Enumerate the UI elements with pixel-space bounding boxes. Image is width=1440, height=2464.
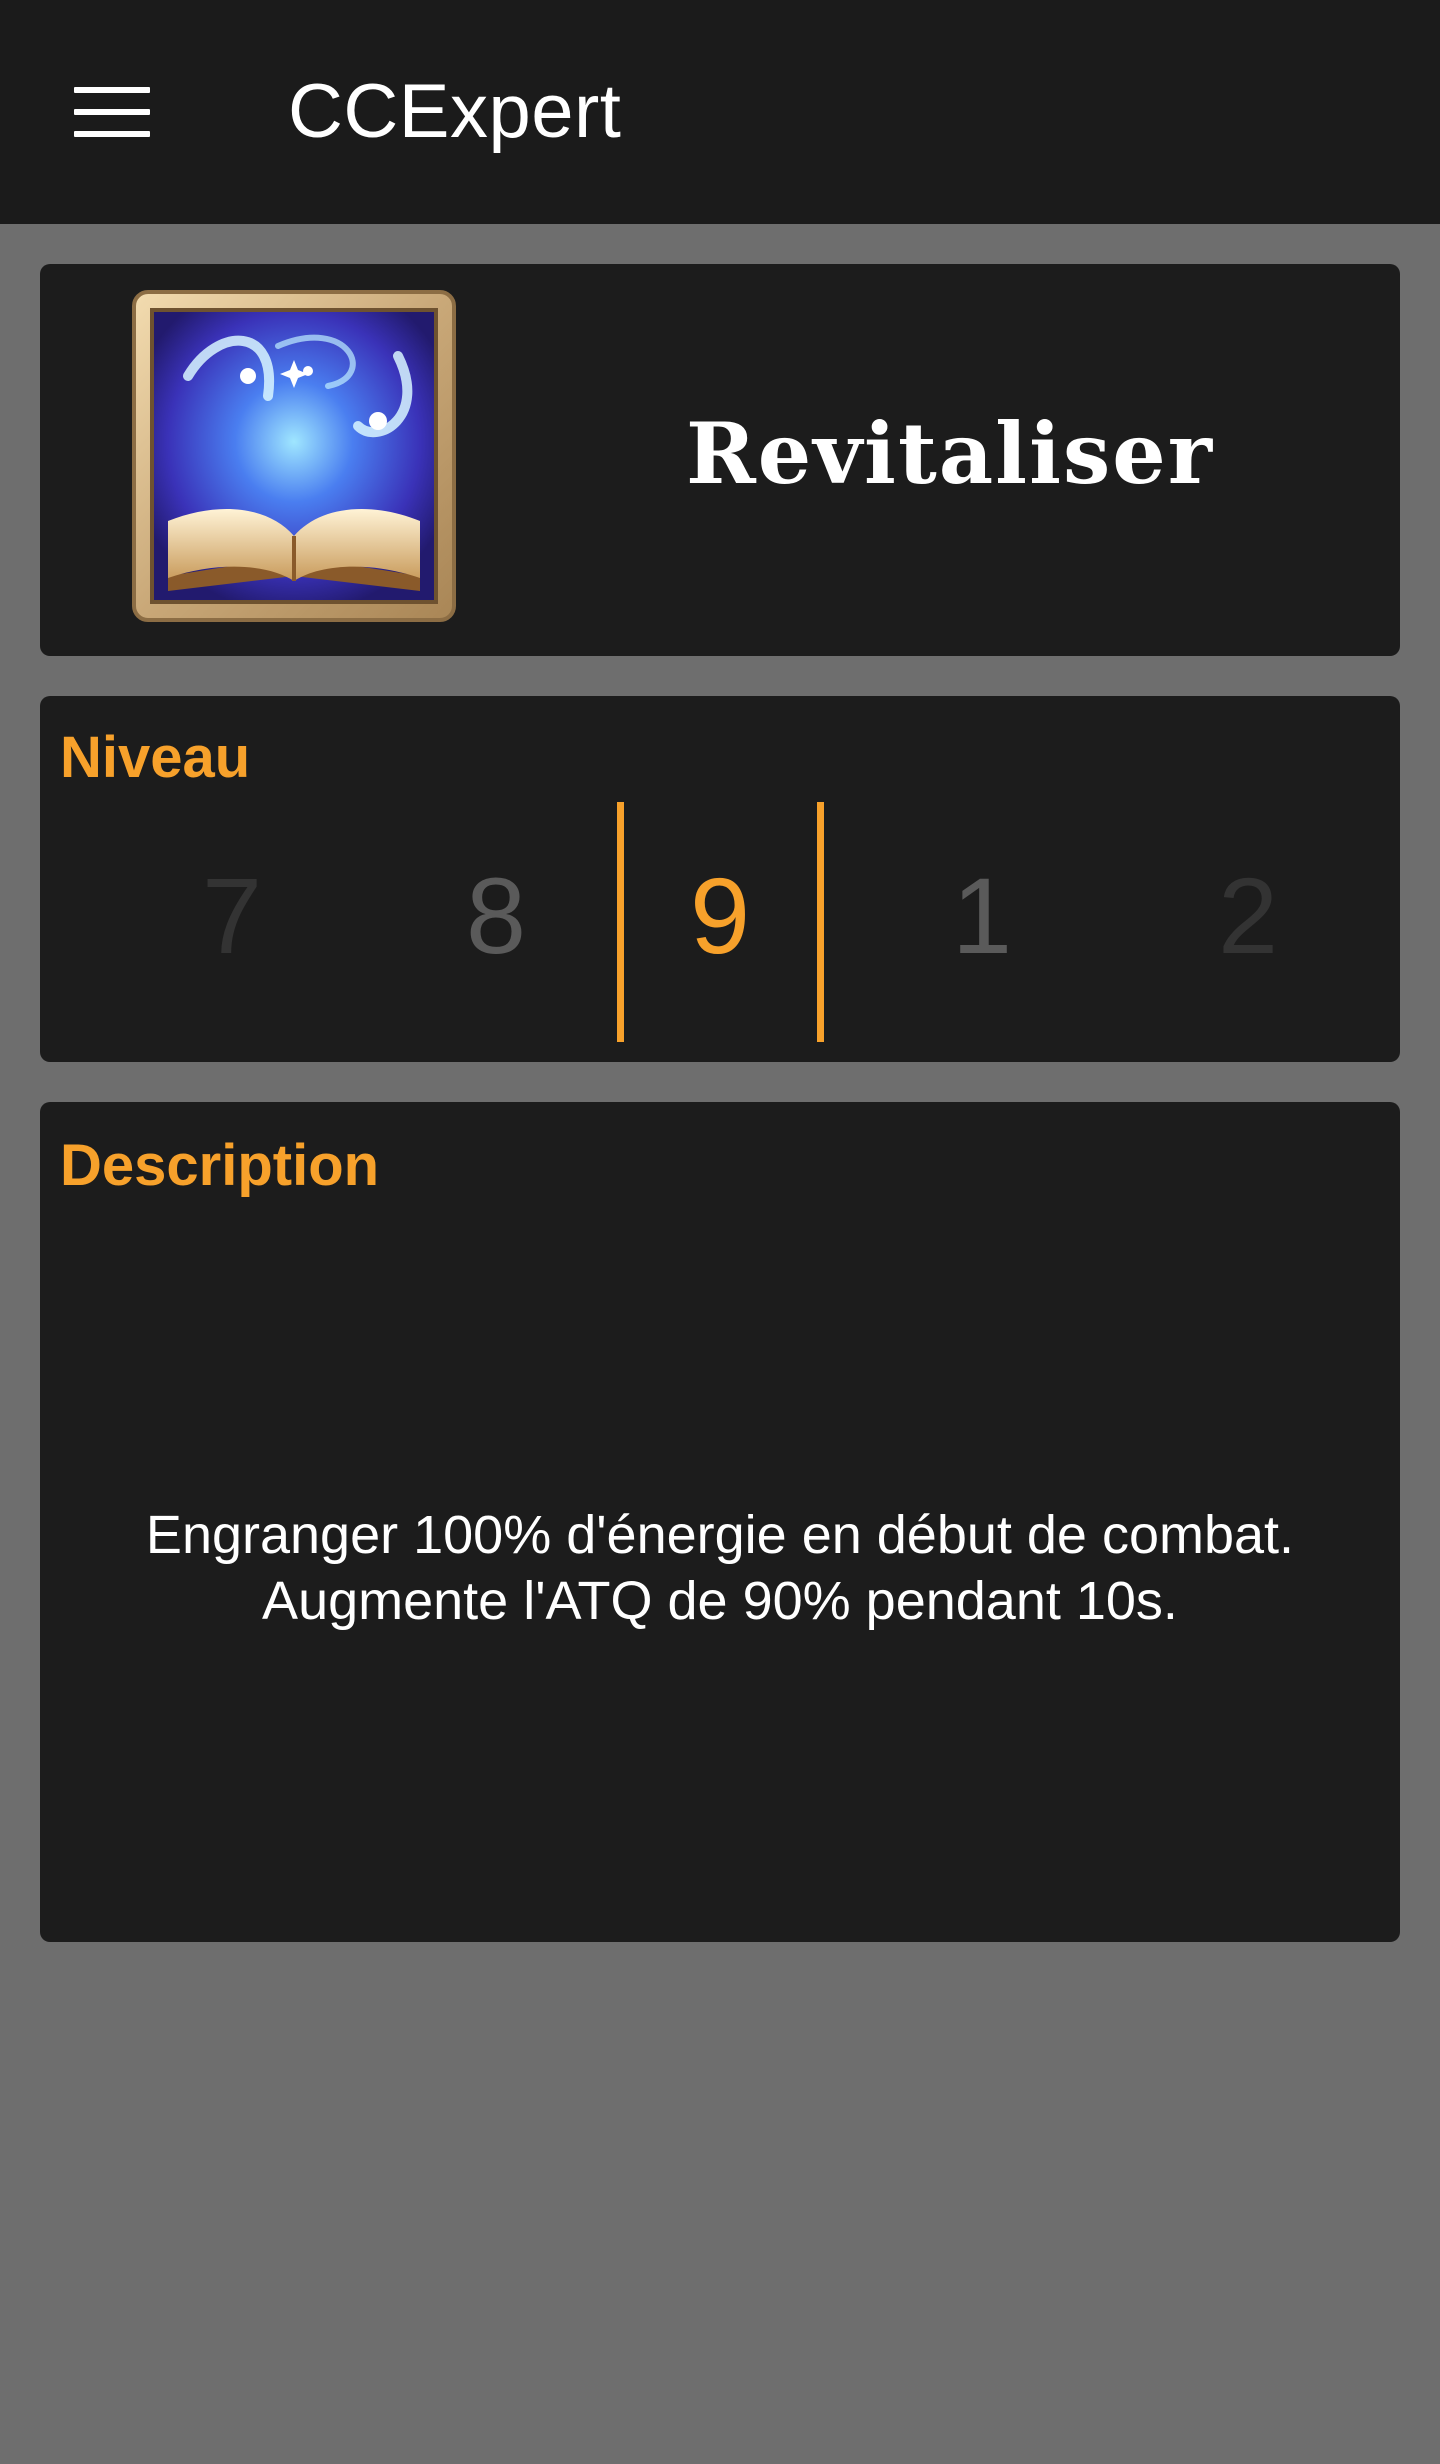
- level-option-1[interactable]: 1: [882, 856, 1082, 976]
- description-line-1: Engranger 100% d'énergie en début de com…: [145, 1505, 1295, 1565]
- picker-selection-right-line: [817, 802, 824, 1042]
- description-card: Description Engranger 100% d'énergie en …: [40, 1102, 1400, 1942]
- skill-header-card: Revitaliser: [40, 264, 1400, 656]
- level-option-8[interactable]: 8: [396, 856, 596, 976]
- app-title: CCExpert: [288, 69, 622, 154]
- menu-icon-bar: [74, 87, 150, 93]
- menu-icon[interactable]: [60, 72, 164, 152]
- description-line-2: Augmente l'ATQ de 90% pendant 10s.: [262, 1571, 1178, 1631]
- level-option-selected[interactable]: 9: [620, 856, 820, 976]
- menu-icon-bar: [74, 131, 150, 137]
- description-text: Engranger 100% d'énergie en début de com…: [40, 1502, 1400, 1634]
- level-option-2[interactable]: 2: [1148, 856, 1348, 976]
- level-label: Niveau: [60, 725, 251, 790]
- menu-icon-bar: [74, 109, 150, 115]
- description-label: Description: [60, 1133, 380, 1198]
- level-card: Niveau 7 8 9 1 2: [40, 696, 1400, 1062]
- app-bar: CCExpert: [0, 0, 1440, 224]
- skill-name: Revitaliser: [685, 404, 1214, 503]
- spellbook-skill-icon: [132, 290, 456, 622]
- level-option-7[interactable]: 7: [132, 856, 332, 976]
